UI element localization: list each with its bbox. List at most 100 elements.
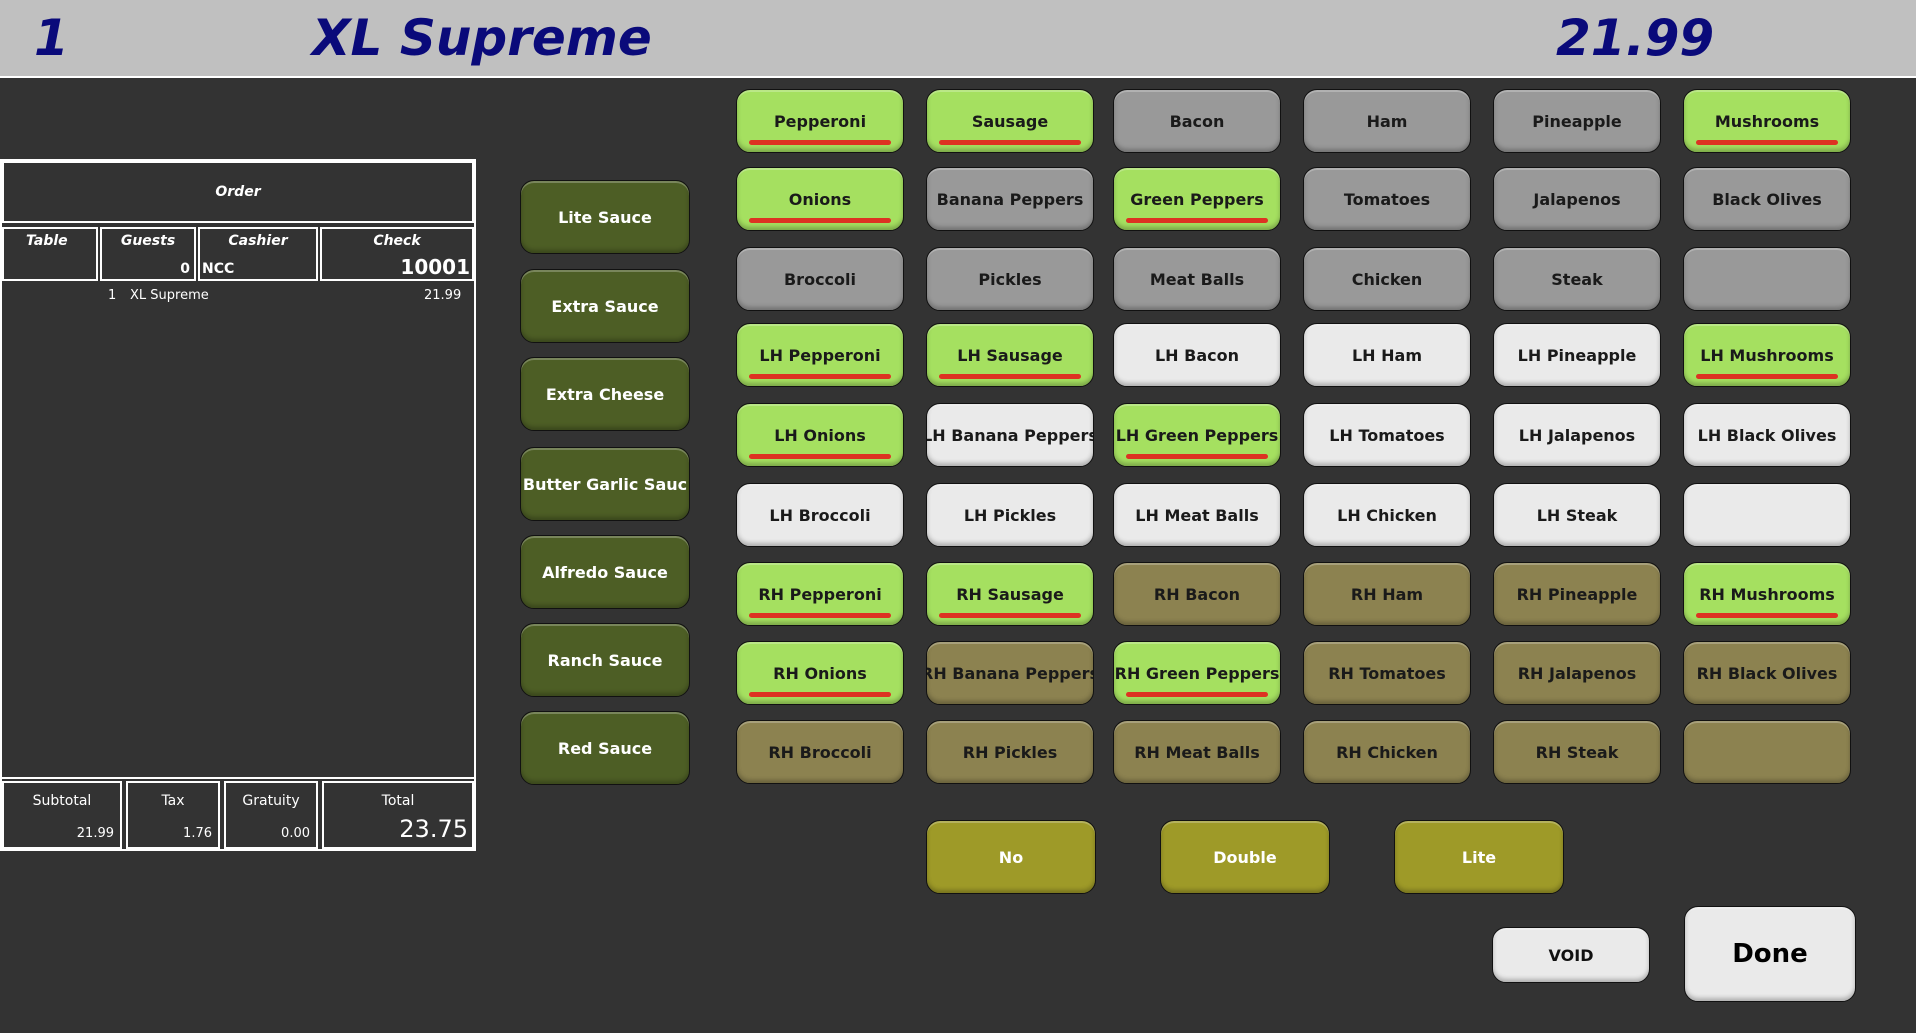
topping-button-bacon[interactable]: Bacon: [1113, 89, 1281, 153]
topping-button-lh-jalapenos[interactable]: LH Jalapenos: [1493, 403, 1661, 467]
topping-button-rh-black-olives[interactable]: RH Black Olives: [1683, 641, 1851, 705]
check-value: 10001: [400, 255, 470, 279]
selected-indicator: [1696, 140, 1838, 145]
topping-button-rh-jalapenos[interactable]: RH Jalapenos: [1493, 641, 1661, 705]
check-label: Check: [373, 233, 421, 249]
selected-indicator: [1126, 218, 1268, 223]
selected-indicator: [749, 374, 891, 379]
line-price: 21.99: [424, 288, 462, 303]
topping-button-empty-8-5[interactable]: [1683, 720, 1851, 784]
topping-button-rh-banana-peppers[interactable]: RH Banana Peppers: [926, 641, 1094, 705]
order-line-item[interactable]: 1 XL Supreme 21.99: [2, 288, 474, 306]
subtotal-label: Subtotal: [32, 793, 92, 809]
topping-button-pepperoni[interactable]: Pepperoni: [736, 89, 904, 153]
subtotal-value: 21.99: [76, 826, 114, 841]
topping-button-sausage[interactable]: Sausage: [926, 89, 1094, 153]
topping-button-lh-onions[interactable]: LH Onions: [736, 403, 904, 467]
topping-button-lh-black-olives[interactable]: LH Black Olives: [1683, 403, 1851, 467]
line-qty: 1: [108, 288, 117, 303]
gratuity-cell: Gratuity 0.00: [224, 781, 318, 849]
topping-button-jalapenos[interactable]: Jalapenos: [1493, 167, 1661, 231]
header-price: 21.99: [1556, 9, 1715, 67]
sauce-button-lite-sauce[interactable]: Lite Sauce: [520, 180, 690, 254]
topping-button-mushrooms[interactable]: Mushrooms: [1683, 89, 1851, 153]
selected-indicator: [749, 454, 891, 459]
topping-button-rh-bacon[interactable]: RH Bacon: [1113, 562, 1281, 626]
topping-button-rh-pickles[interactable]: RH Pickles: [926, 720, 1094, 784]
sauce-button-alfredo[interactable]: Alfredo Sauce: [520, 535, 690, 609]
guests-value: 0: [180, 261, 190, 277]
topping-button-lh-tomatoes[interactable]: LH Tomatoes: [1303, 403, 1471, 467]
topping-button-banana-peppers[interactable]: Banana Peppers: [926, 167, 1094, 231]
topping-button-rh-meat-balls[interactable]: RH Meat Balls: [1113, 720, 1281, 784]
topping-button-pickles[interactable]: Pickles: [926, 247, 1094, 311]
line-name: XL Supreme: [130, 288, 209, 303]
cashier-value: NCC: [202, 261, 235, 277]
total-value: 23.75: [399, 815, 468, 843]
topping-button-lh-bacon[interactable]: LH Bacon: [1113, 323, 1281, 387]
topping-button-empty-5-5[interactable]: [1683, 483, 1851, 547]
selected-indicator: [1126, 692, 1268, 697]
sauce-button-extra-sauce[interactable]: Extra Sauce: [520, 269, 690, 343]
tax-value: 1.76: [183, 826, 212, 841]
topping-button-rh-steak[interactable]: RH Steak: [1493, 720, 1661, 784]
sauce-button-ranch[interactable]: Ranch Sauce: [520, 623, 690, 697]
topping-button-green-peppers[interactable]: Green Peppers: [1113, 167, 1281, 231]
table-cell: Table: [2, 227, 98, 281]
modifier-lite-button[interactable]: Lite: [1394, 820, 1564, 894]
topping-button-lh-green-peppers[interactable]: LH Green Peppers: [1113, 403, 1281, 467]
topping-button-lh-pepperoni[interactable]: LH Pepperoni: [736, 323, 904, 387]
total-label: Total: [381, 793, 415, 809]
selected-indicator: [939, 613, 1081, 618]
cashier-label: Cashier: [228, 233, 288, 249]
topping-button-rh-onions[interactable]: RH Onions: [736, 641, 904, 705]
topping-button-rh-tomatoes[interactable]: RH Tomatoes: [1303, 641, 1471, 705]
topping-button-rh-pepperoni[interactable]: RH Pepperoni: [736, 562, 904, 626]
topping-button-rh-broccoli[interactable]: RH Broccoli: [736, 720, 904, 784]
order-panel: Order Table Guests 0 Cashier NCC Check 1…: [0, 159, 476, 851]
header-item-name: XL Supreme: [312, 9, 652, 67]
topping-button-lh-mushrooms[interactable]: LH Mushrooms: [1683, 323, 1851, 387]
sauce-button-butter-garlic[interactable]: Butter Garlic Sauc: [520, 447, 690, 521]
selected-indicator: [939, 374, 1081, 379]
topping-button-onions[interactable]: Onions: [736, 167, 904, 231]
tax-cell: Tax 1.76: [126, 781, 220, 849]
selected-indicator: [1696, 613, 1838, 618]
selected-indicator: [749, 692, 891, 697]
topping-button-steak[interactable]: Steak: [1493, 247, 1661, 311]
topping-button-broccoli[interactable]: Broccoli: [736, 247, 904, 311]
topping-button-pineapple[interactable]: Pineapple: [1493, 89, 1661, 153]
sauce-button-red-sauce[interactable]: Red Sauce: [520, 711, 690, 785]
topping-button-rh-ham[interactable]: RH Ham: [1303, 562, 1471, 626]
topping-button-empty-2-5[interactable]: [1683, 247, 1851, 311]
topping-button-lh-ham[interactable]: LH Ham: [1303, 323, 1471, 387]
topping-button-meat-balls[interactable]: Meat Balls: [1113, 247, 1281, 311]
topping-button-lh-meat-balls[interactable]: LH Meat Balls: [1113, 483, 1281, 547]
modifier-no-button[interactable]: No: [926, 820, 1096, 894]
cashier-cell: Cashier NCC: [198, 227, 318, 281]
topping-button-rh-pineapple[interactable]: RH Pineapple: [1493, 562, 1661, 626]
topping-button-tomatoes[interactable]: Tomatoes: [1303, 167, 1471, 231]
topping-button-lh-chicken[interactable]: LH Chicken: [1303, 483, 1471, 547]
void-button[interactable]: VOID: [1492, 927, 1650, 983]
topping-button-lh-banana-peppers[interactable]: LH Banana Peppers: [926, 403, 1094, 467]
topping-button-black-olives[interactable]: Black Olives: [1683, 167, 1851, 231]
topping-button-lh-sausage[interactable]: LH Sausage: [926, 323, 1094, 387]
header-quantity: 1: [34, 9, 69, 67]
topping-button-rh-chicken[interactable]: RH Chicken: [1303, 720, 1471, 784]
topping-button-lh-pineapple[interactable]: LH Pineapple: [1493, 323, 1661, 387]
topping-button-lh-broccoli[interactable]: LH Broccoli: [736, 483, 904, 547]
topping-button-rh-sausage[interactable]: RH Sausage: [926, 562, 1094, 626]
topping-button-lh-pickles[interactable]: LH Pickles: [926, 483, 1094, 547]
topping-button-rh-green-peppers[interactable]: RH Green Peppers: [1113, 641, 1281, 705]
guests-label: Guests: [120, 233, 176, 249]
modifier-double-button[interactable]: Double: [1160, 820, 1330, 894]
topping-button-rh-mushrooms[interactable]: RH Mushrooms: [1683, 562, 1851, 626]
done-button[interactable]: Done: [1684, 906, 1856, 1002]
topping-button-ham[interactable]: Ham: [1303, 89, 1471, 153]
selected-indicator: [939, 140, 1081, 145]
sauce-button-extra-cheese[interactable]: Extra Cheese: [520, 357, 690, 431]
topping-button-chicken[interactable]: Chicken: [1303, 247, 1471, 311]
selected-indicator: [749, 218, 891, 223]
topping-button-lh-steak[interactable]: LH Steak: [1493, 483, 1661, 547]
